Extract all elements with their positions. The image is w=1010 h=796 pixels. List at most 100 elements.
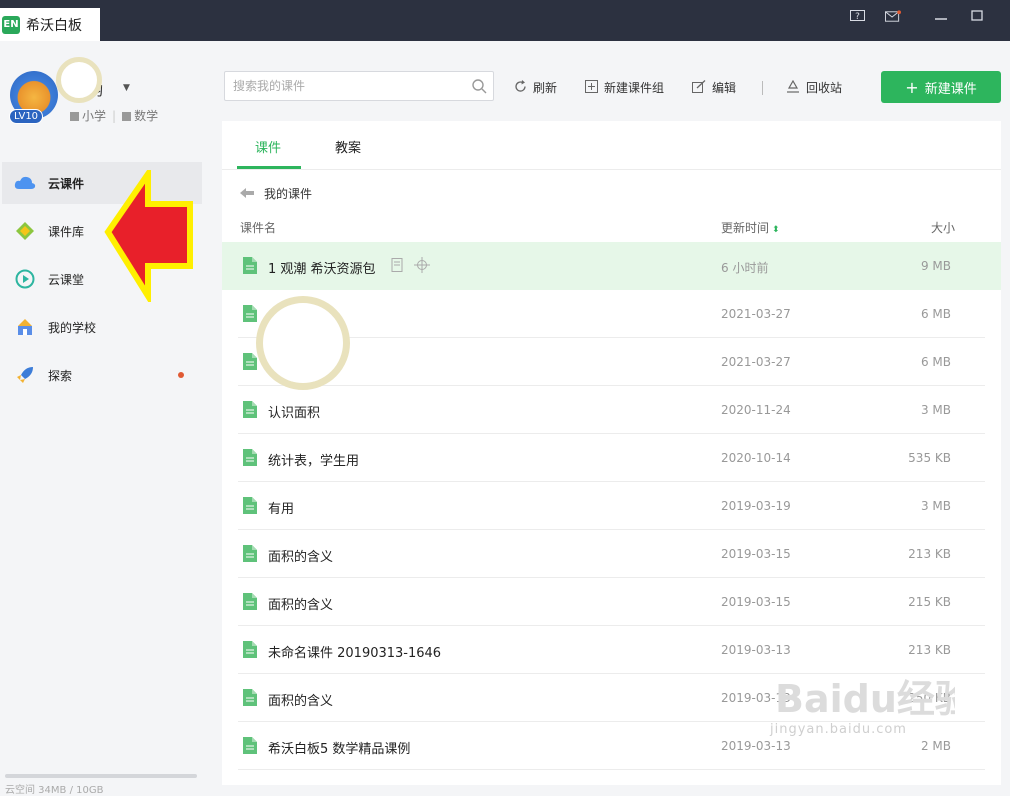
table-row[interactable]: 认识面积 2020-11-24 3 MB [222,386,1001,434]
tab-underline [237,166,301,169]
play-circle-icon [14,268,36,290]
file-name[interactable]: 1 观潮 希沃资源包 [268,258,376,277]
file-size: 535 KB [908,451,951,465]
file-name[interactable]: 面积的含义 [268,690,333,709]
edit-icon [692,79,706,96]
nav-explore[interactable]: 探索 [2,354,202,396]
file-date: 2019-03-15 [721,595,791,609]
file-name[interactable]: 认识面积 [268,402,320,421]
app-tab[interactable]: EN 希沃白板 [0,8,100,41]
back-arrow-icon[interactable] [240,187,254,201]
file-icon [243,689,257,710]
tab-lesson-plans[interactable]: 教案 [335,137,361,156]
nav-my-school[interactable]: 我的学校 [2,306,202,348]
column-size[interactable]: 大小 [931,219,955,236]
file-icon [243,401,257,422]
new-group-button[interactable]: 新建课件组 [585,79,664,96]
sort-icon[interactable]: ⬍ [772,225,780,235]
refresh-button[interactable]: 刷新 [514,79,557,96]
table-row[interactable]: 1 观潮 希沃资源包 6 小时前 9 MB [222,242,1001,290]
level-badge: LV10 [9,109,44,124]
refresh-icon [514,79,527,96]
plus-icon: + [905,77,919,97]
storage-bar [5,774,197,778]
file-name[interactable]: 未命名课件 20190313-1646 [268,642,441,661]
file-size: 213 KB [908,547,951,561]
storage-text: 云空间 34MB / 10GB [5,785,104,796]
search-box[interactable] [224,71,494,101]
cloud-icon [14,172,36,194]
toolbar: 刷新 新建课件组 编辑 回收站 + 新建课件 [222,41,1010,121]
file-icon [243,497,257,518]
recycle-bin-button[interactable]: 回收站 [786,79,842,96]
watermark-url: jingyan.baidu.com [770,722,907,737]
tab-bar: 课件 教案 [222,121,1001,170]
file-icon [243,449,257,470]
table-row[interactable]: 有用 2019-03-19 3 MB [222,482,1001,530]
file-name[interactable]: 统计表，学生用 [268,450,359,469]
file-size: 215 KB [908,595,951,609]
column-updated[interactable]: 更新时间 ⬍ [721,219,780,236]
file-icon [243,257,257,278]
book-icon [122,112,132,121]
new-course-button[interactable]: + 新建课件 [881,71,1001,103]
file-name[interactable]: 面积的含义 [268,594,333,613]
app-logo: EN [2,15,20,34]
redaction-circle [56,57,102,103]
file-date: 2020-11-24 [721,403,791,417]
maximize-icon[interactable] [969,9,985,23]
table-row[interactable]: 统计表，学生用 2020-10-14 535 KB [222,434,1001,482]
annotation-arrow [104,170,193,302]
sidebar: LV10 钧 ▼ 小学 | 数学 云课件 课件库 云课堂 我的学校 探索 [0,41,222,796]
file-name[interactable]: 希沃白板5 数学精品课例 [268,738,410,757]
file-size: 213 KB [908,643,951,657]
school-icon [14,316,36,338]
file-size: 3 MB [920,403,951,417]
table-row[interactable]: 未命名课件 20190313-1646 2019-03-13 213 KB [222,626,1001,674]
tab-courses[interactable]: 课件 [255,137,281,156]
breadcrumb: 我的课件 [240,185,312,202]
copy-icon[interactable] [390,257,404,277]
recycle-icon [786,79,800,96]
table-header: 课件名 更新时间 ⬍ 大小 [222,219,1001,241]
file-name[interactable]: 面积的含义 [268,546,333,565]
user-meta: 小学 | 数学 [70,107,158,124]
file-icon [243,305,257,326]
edit-button[interactable]: 编辑 [692,79,736,96]
help-icon[interactable]: ? [849,9,865,23]
subject: 数学 [122,107,158,124]
file-date: 2019-03-15 [721,547,791,561]
table-row[interactable]: 面积的含义 2019-03-15 213 KB [222,530,1001,578]
file-icon [243,641,257,662]
add-folder-icon [585,79,598,96]
svg-text:?: ? [855,12,860,22]
file-size: 2 MB [920,739,951,753]
table-row[interactable]: 面积的含义 2019-03-15 215 KB [222,578,1001,626]
mail-icon[interactable] [885,9,901,23]
search-input[interactable] [231,78,465,94]
row-actions [390,257,430,277]
app-title: 希沃白板 [26,17,82,34]
share-icon[interactable] [414,257,430,277]
file-name[interactable]: 有用 [268,498,294,517]
file-date: 2019-03-13 [721,643,791,657]
file-date: 2019-03-13 [721,739,791,753]
file-size: 6 MB [920,307,951,321]
toolbar-separator [762,81,763,95]
library-icon [14,220,36,242]
minimize-icon[interactable] [933,9,949,23]
file-date: 2021-03-27 [721,355,791,369]
baidu-watermark: Baidu经验 [775,677,955,721]
file-icon [243,545,257,566]
chevron-down-icon[interactable]: ▼ [123,83,130,93]
file-date: 2020-10-14 [721,451,791,465]
file-size: 3 MB [920,499,951,513]
file-date: 6 小时前 [721,261,769,275]
file-icon [243,593,257,614]
file-date: 2021-03-27 [721,307,791,321]
file-size: 6 MB [920,355,951,369]
row-divider [238,769,985,770]
column-name[interactable]: 课件名 [240,219,276,236]
search-icon[interactable] [471,78,487,98]
title-bar: EN 希沃白板 ? [0,0,1010,41]
